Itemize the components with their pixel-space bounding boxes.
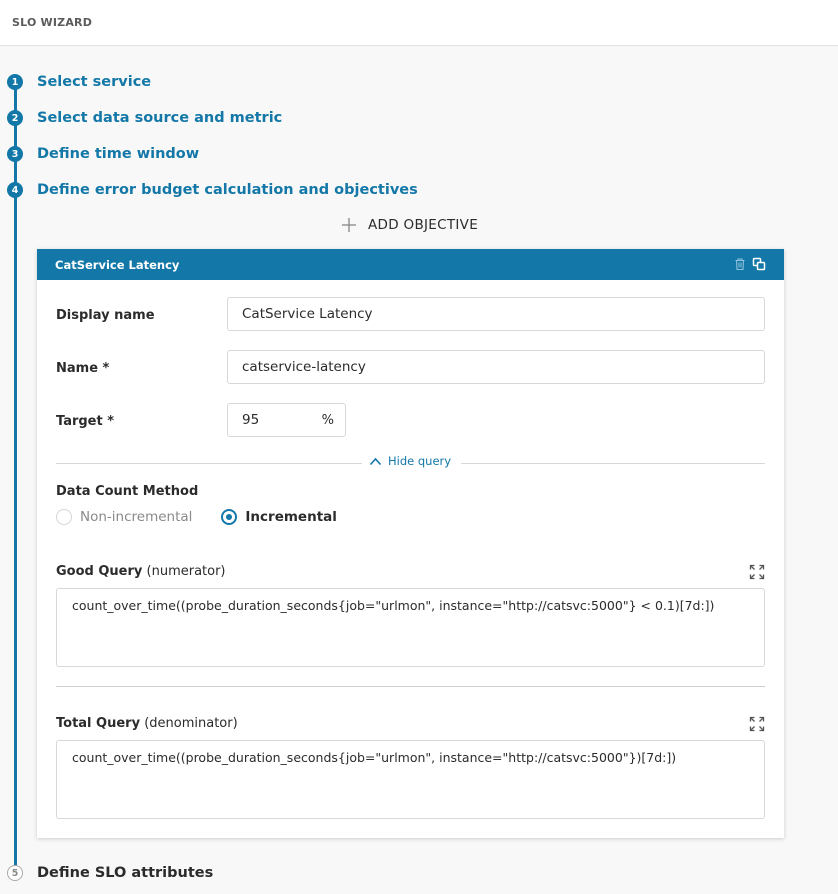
total-query-label: Total Query (denominator) xyxy=(56,716,238,731)
step-label[interactable]: Select service xyxy=(37,74,151,90)
step-number: 2 xyxy=(7,110,23,126)
copy-icon[interactable] xyxy=(752,257,766,271)
hide-query-divider-left xyxy=(56,463,362,464)
chevron-up-icon xyxy=(369,457,382,465)
step-label[interactable]: Define SLO attributes xyxy=(37,865,213,881)
step-number: 3 xyxy=(7,146,23,162)
data-count-method-options: Non-incremental Incremental xyxy=(56,509,337,525)
step-label[interactable]: Select data source and metric xyxy=(37,110,282,126)
stepper-line xyxy=(14,82,17,867)
target-label: Target * xyxy=(56,414,115,429)
step-number: 4 xyxy=(7,182,23,198)
radio-non-incremental[interactable] xyxy=(56,509,72,525)
radio-incremental[interactable] xyxy=(221,509,238,525)
step-label[interactable]: Define error budget calculation and obje… xyxy=(37,182,418,198)
query-divider xyxy=(56,686,765,687)
radio-label-incremental: Incremental xyxy=(245,509,337,525)
trash-icon[interactable] xyxy=(733,257,747,271)
step-2[interactable]: 2 Select data source and metric xyxy=(7,110,282,126)
radio-label-non-incremental: Non-incremental xyxy=(80,509,193,525)
target-input[interactable]: 95 % xyxy=(227,403,346,437)
expand-icon[interactable] xyxy=(749,564,765,580)
expand-icon[interactable] xyxy=(749,716,765,732)
wizard-header: SLO WIZARD xyxy=(0,0,838,46)
total-query-sublabel: (denominator) xyxy=(144,716,238,731)
hide-query-label: Hide query xyxy=(388,454,452,468)
plus-icon xyxy=(342,218,356,232)
step-label[interactable]: Define time window xyxy=(37,146,199,162)
total-query-title: Total Query xyxy=(56,716,141,731)
objective-title: CatService Latency xyxy=(55,258,180,272)
objective-card: CatService Latency Display name CatServi… xyxy=(37,249,784,838)
step-4[interactable]: 4 Define error budget calculation and ob… xyxy=(7,182,418,198)
step-1[interactable]: 1 Select service xyxy=(7,74,151,90)
good-query-label: Good Query (numerator) xyxy=(56,564,226,579)
good-query-title: Good Query xyxy=(56,564,143,579)
display-name-label: Display name xyxy=(56,308,155,323)
add-objective-label: ADD OBJECTIVE xyxy=(368,217,479,233)
name-label: Name * xyxy=(56,361,110,376)
step-5[interactable]: 5 Define SLO attributes xyxy=(7,865,213,881)
target-unit: % xyxy=(321,413,334,428)
add-objective-button[interactable]: ADD OBJECTIVE xyxy=(340,216,478,234)
step-3[interactable]: 3 Define time window xyxy=(7,146,199,162)
total-query-input[interactable]: count_over_time((probe_duration_seconds{… xyxy=(56,740,765,819)
display-name-input[interactable]: CatService Latency xyxy=(227,297,765,331)
data-count-method-label: Data Count Method xyxy=(56,484,199,499)
good-query-input[interactable]: count_over_time((probe_duration_seconds{… xyxy=(56,588,765,667)
good-query-sublabel: (numerator) xyxy=(146,564,226,579)
objective-card-header: CatService Latency xyxy=(37,249,784,280)
step-number: 5 xyxy=(7,865,23,881)
step-number: 1 xyxy=(7,74,23,90)
wizard-title: SLO WIZARD xyxy=(12,16,93,29)
hide-query-toggle[interactable]: Hide query xyxy=(369,454,451,468)
target-value: 95 xyxy=(242,412,260,428)
name-input[interactable]: catservice-latency xyxy=(227,350,765,384)
hide-query-divider-right xyxy=(461,463,765,464)
